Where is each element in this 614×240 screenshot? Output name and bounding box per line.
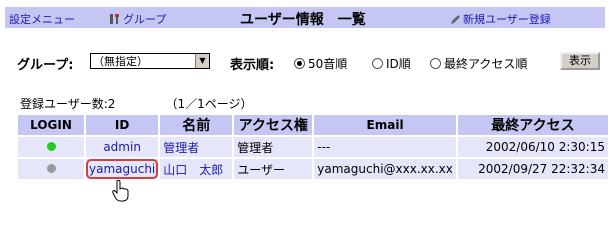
order-option-label: 50音順 bbox=[308, 57, 348, 71]
order-label: 表示順: bbox=[230, 58, 275, 73]
top-nav-bar: 設定メニュー グループ ユーザー情報 一覧 新規ユーザー登録 bbox=[5, 7, 605, 28]
page-title: ユーザー情報 一覧 bbox=[240, 12, 366, 28]
col-header-last-access[interactable]: 最終アクセス bbox=[457, 115, 608, 135]
col-header-id[interactable]: ID bbox=[86, 115, 159, 135]
user-name-link[interactable]: 山口 太郎 bbox=[163, 163, 223, 177]
login-status-cell bbox=[18, 137, 84, 157]
user-count: 登録ユーザー数:2 bbox=[20, 97, 116, 111]
user-id-link[interactable]: yamaguchi bbox=[85, 159, 159, 179]
summary-line: 登録ユーザー数:2 （1／1ページ） bbox=[20, 95, 302, 112]
table-row: yamaguchi 山口 太郎 ユーザー yamaguchi@xxx.xx.xx… bbox=[18, 159, 608, 179]
last-access-cell: 2002/09/27 22:32:34 bbox=[457, 159, 608, 179]
group-select-value: （無指定） bbox=[93, 55, 148, 68]
id-cell: admin bbox=[86, 137, 159, 157]
table-row: admin 管理者 管理者 --- 2002/06/10 2:30:15 bbox=[18, 137, 608, 157]
page-info: （1／1ページ） bbox=[165, 97, 253, 111]
new-user-link[interactable]: 新規ユーザー登録 bbox=[450, 11, 551, 27]
group-filter-label: グループ: bbox=[17, 58, 74, 73]
col-header-name[interactable]: 名前 bbox=[160, 115, 233, 135]
tools-icon bbox=[110, 14, 119, 24]
group-link[interactable]: グループ bbox=[109, 11, 166, 27]
user-id-link[interactable]: admin bbox=[103, 140, 141, 154]
order-option-label: 最終アクセス順 bbox=[444, 57, 528, 71]
group-link-label: グループ bbox=[123, 13, 167, 26]
chevron-down-icon[interactable]: ▼ bbox=[195, 54, 209, 68]
pencil-icon bbox=[451, 15, 460, 24]
login-status-cell bbox=[18, 159, 84, 179]
order-radio-last-access[interactable]: 最終アクセス順 bbox=[430, 55, 527, 72]
offline-status-icon bbox=[46, 164, 56, 173]
email-cell: --- bbox=[314, 137, 456, 157]
role-cell: ユーザー bbox=[234, 159, 313, 179]
new-user-label: 新規ユーザー登録 bbox=[463, 13, 551, 26]
online-status-icon bbox=[46, 142, 56, 151]
radio-icon bbox=[372, 58, 383, 69]
name-cell: 管理者 bbox=[160, 137, 233, 157]
order-option-label: ID順 bbox=[386, 57, 411, 71]
role-cell: 管理者 bbox=[234, 137, 313, 157]
order-radio-id[interactable]: ID順 bbox=[372, 55, 411, 72]
user-table: LOGIN ID 名前 アクセス権 Email 最終アクセス admin 管理者… bbox=[16, 113, 610, 181]
radio-icon bbox=[430, 58, 441, 69]
user-name-link[interactable]: 管理者 bbox=[163, 141, 199, 155]
col-header-login[interactable]: LOGIN bbox=[18, 115, 84, 135]
name-cell: 山口 太郎 bbox=[160, 159, 233, 179]
table-header-row: LOGIN ID 名前 アクセス権 Email 最終アクセス bbox=[18, 115, 608, 135]
col-header-email[interactable]: Email bbox=[314, 115, 456, 135]
last-access-cell: 2002/06/10 2:30:15 bbox=[457, 137, 608, 157]
radio-selected-icon bbox=[294, 58, 305, 69]
hand-cursor-icon bbox=[112, 180, 129, 202]
show-button[interactable]: 表示 bbox=[560, 52, 600, 70]
filter-bar: グループ: （無指定） ▼ 表示順: 50音順 ID順 最終アクセス順 表示 bbox=[17, 52, 607, 73]
order-radio-50on[interactable]: 50音順 bbox=[294, 55, 347, 72]
email-cell: yamaguchi@xxx.xx.xx bbox=[314, 159, 456, 179]
col-header-role[interactable]: アクセス権 bbox=[234, 115, 313, 135]
settings-menu-link[interactable]: 設定メニュー bbox=[9, 11, 75, 27]
group-select[interactable]: （無指定） ▼ bbox=[90, 53, 210, 69]
id-cell: yamaguchi bbox=[85, 159, 159, 179]
